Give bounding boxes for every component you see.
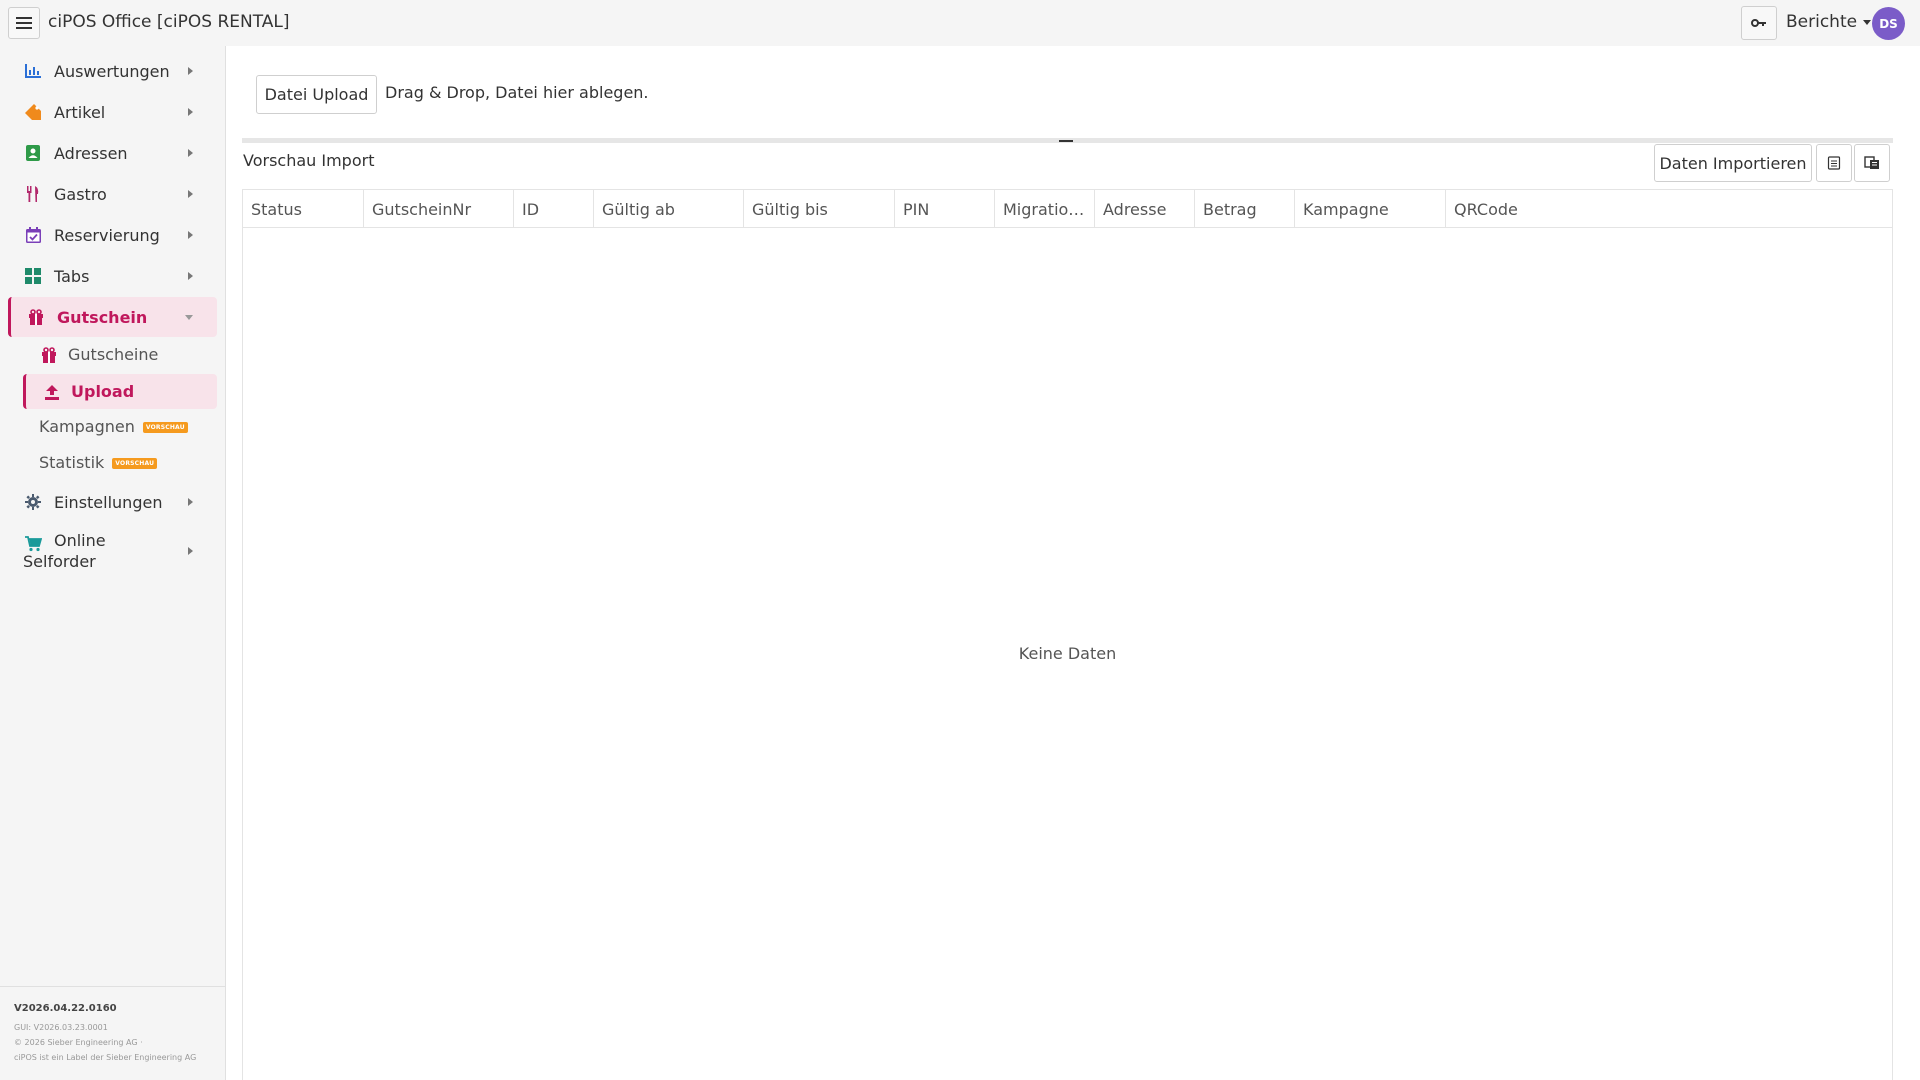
import-data-button[interactable]: Daten Importieren — [1654, 144, 1812, 182]
sidebar-item-label: Auswertungen — [54, 61, 170, 81]
column-header-migration[interactable]: Migratio… — [995, 190, 1095, 228]
copy-button[interactable] — [1854, 144, 1890, 182]
sidebar-subitem-statistik[interactable]: Statistik VORSCHAU — [23, 445, 217, 480]
preview-title: Vorschau Import — [243, 151, 375, 170]
sidebar-item-online-selforder[interactable]: Online Selforder — [8, 527, 217, 575]
bar-chart-icon — [24, 62, 42, 80]
caret-right-icon — [188, 498, 193, 506]
column-header-qrcode[interactable]: QRCode — [1446, 190, 1892, 228]
gui-version: GUI: V2026.03.23.0001 — [14, 1023, 108, 1032]
column-header-betrag[interactable]: Betrag — [1195, 190, 1295, 228]
sidebar-subitem-gutscheine[interactable]: Gutscheine — [23, 337, 217, 372]
sidebar-item-tabs[interactable]: Tabs — [8, 256, 217, 296]
grid-icon — [24, 267, 42, 285]
reports-label: Berichte — [1786, 12, 1858, 32]
sidebar-subitem-label: Statistik VORSCHAU — [39, 453, 158, 472]
top-bar: ciPOS Office [ciPOS RENTAL] Berichte DS — [0, 0, 1920, 46]
sidebar-subitem-kampagnen[interactable]: Kampagnen VORSCHAU — [23, 409, 217, 444]
kampagnen-label: Kampagnen — [39, 417, 135, 436]
column-header-status[interactable]: Status — [243, 190, 364, 228]
sidebar-item-adressen[interactable]: Adressen — [8, 133, 217, 173]
caret-right-icon — [188, 108, 193, 116]
column-header-adresse[interactable]: Adresse — [1095, 190, 1195, 228]
export-button[interactable] — [1816, 144, 1852, 182]
sidebar-item-gastro[interactable]: Gastro — [8, 174, 217, 214]
caret-down-icon — [1863, 19, 1872, 25]
app-title: ciPOS Office [ciPOS RENTAL] — [48, 12, 290, 32]
key-icon — [1751, 19, 1766, 27]
sidebar-item-label: Online Selforder — [23, 531, 106, 571]
gift-icon — [27, 308, 45, 326]
sidebar-item-label: Tabs — [54, 266, 90, 286]
preview-grid: Status GutscheinNr ID Gültig ab Gültig b… — [242, 189, 1893, 1080]
caret-right-icon — [188, 149, 193, 157]
key-button[interactable] — [1741, 6, 1777, 40]
avatar[interactable]: DS — [1872, 7, 1905, 40]
copy-icon — [1864, 156, 1879, 169]
sidebar-footer: V2026.04.22.0160 GUI: V2026.03.23.0001 ©… — [0, 986, 226, 1065]
empty-state-text: Keine Daten — [1018, 644, 1117, 663]
column-header-kampagne[interactable]: Kampagne — [1295, 190, 1446, 228]
copyright: © 2026 Sieber Engineering AG · — [14, 1038, 143, 1047]
file-upload-button[interactable]: Datei Upload — [256, 75, 377, 114]
address-book-icon — [24, 144, 42, 162]
column-header-gueltig-ab[interactable]: Gültig ab — [594, 190, 744, 228]
hamburger-menu-button[interactable] — [8, 7, 40, 39]
reports-dropdown[interactable]: Berichte — [1786, 12, 1872, 32]
sidebar-subitem-label: Kampagnen VORSCHAU — [39, 417, 188, 436]
sidebar-item-auswertungen[interactable]: Auswertungen — [8, 51, 217, 91]
tag-icon — [24, 103, 42, 121]
sidebar-item-artikel[interactable]: Artikel — [8, 92, 217, 132]
sidebar-item-label: Artikel — [54, 102, 106, 122]
export-file-icon — [1827, 156, 1841, 170]
column-header-id[interactable]: ID — [514, 190, 594, 228]
caret-right-icon — [188, 547, 193, 555]
sidebar-item-label: Gastro — [54, 184, 107, 204]
sidebar-subitem-upload[interactable]: Upload — [23, 374, 217, 409]
sidebar-item-reservierung[interactable]: Reservierung — [8, 215, 217, 255]
hamburger-icon — [16, 17, 32, 29]
sidebar-item-label: Adressen — [54, 143, 128, 163]
sidebar-item-gutschein[interactable]: Gutschein — [8, 297, 217, 337]
sidebar-subitem-label: Gutscheine — [68, 345, 159, 364]
column-header-gueltig-bis[interactable]: Gültig bis — [744, 190, 895, 228]
caret-right-icon — [188, 67, 193, 75]
grid-header: Status GutscheinNr ID Gültig ab Gültig b… — [243, 190, 1892, 228]
sidebar: Auswertungen Artikel Adressen Gastro Res… — [0, 46, 226, 1080]
statistik-label: Statistik — [39, 453, 105, 472]
label-note: ciPOS ist ein Label der Sieber Engineeri… — [14, 1053, 197, 1062]
column-header-pin[interactable]: PIN — [895, 190, 995, 228]
main-content: Datei Upload Drag & Drop, Datei hier abl… — [226, 46, 1920, 1080]
drop-zone-hint[interactable]: Drag & Drop, Datei hier ablegen. — [385, 83, 649, 102]
cutlery-icon — [24, 185, 42, 203]
sidebar-item-label: Reservierung — [54, 225, 160, 245]
preview-badge: VORSCHAU — [112, 458, 158, 469]
caret-right-icon — [188, 272, 193, 280]
sidebar-item-label: Gutschein — [57, 307, 148, 327]
caret-right-icon — [188, 190, 193, 198]
sidebar-item-einstellungen[interactable]: Einstellungen — [8, 482, 217, 522]
gift-icon — [40, 346, 58, 364]
sidebar-subitem-label: Upload — [71, 382, 135, 401]
caret-right-icon — [188, 231, 193, 239]
preview-badge: VORSCHAU — [142, 422, 188, 433]
sidebar-item-label: Einstellungen — [54, 492, 163, 512]
caret-down-icon — [185, 314, 193, 320]
gear-icon — [24, 493, 42, 511]
upload-icon — [43, 383, 61, 401]
app-version: V2026.04.22.0160 — [14, 1003, 117, 1014]
calendar-check-icon — [24, 226, 42, 244]
column-header-gutscheinnr[interactable]: GutscheinNr — [364, 190, 514, 228]
splitter-handle-icon[interactable] — [1059, 140, 1073, 142]
